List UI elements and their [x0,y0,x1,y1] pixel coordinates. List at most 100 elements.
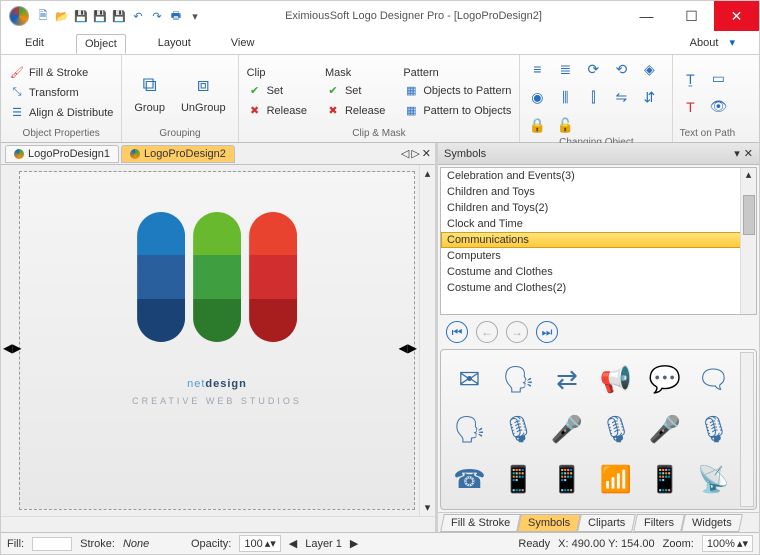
panel-close-icon[interactable]: ✕ [744,147,753,160]
list-item[interactable]: Children and Toys [441,184,756,200]
tab-next-icon[interactable]: ▷ [411,147,419,160]
pattern-to-objects-button[interactable]: ▦Pattern to Objects [401,102,513,120]
distribute-v-icon[interactable]: ⫿ [582,86,604,108]
catlist-scrollbar[interactable]: ▴ [740,168,756,314]
tab-filters[interactable]: Filters [633,514,685,532]
undo-icon[interactable]: ↶ [130,8,146,24]
canvas-vscroll[interactable]: ▴▾ [419,165,435,516]
lock-icon[interactable]: 🔒 [526,114,548,136]
list-item[interactable]: Children and Toys(2) [441,200,756,216]
maximize-button[interactable]: ☐ [669,1,714,31]
align-center-icon[interactable]: ≣ [554,58,576,80]
symbol-cell3-icon[interactable]: 📶 [600,464,632,495]
unlock-icon[interactable]: 🔓 [554,114,576,136]
tab-cliparts[interactable]: Cliparts [578,514,637,532]
menu-object[interactable]: Object [76,34,126,54]
tab-fillstroke[interactable]: Fill & Stroke [440,514,521,532]
doc-tab-1[interactable]: LogoProDesign1 [5,145,119,163]
group-button[interactable]: ⧉Group [128,70,171,116]
symbol-cell2-icon[interactable]: 📱 [551,464,583,495]
fill-swatch[interactable] [32,537,72,551]
transform-button[interactable]: ⤡Transform [7,84,115,102]
resize-handle-left[interactable]: ◀▶ [3,341,21,355]
print-icon[interactable]: 🖶 [168,8,184,24]
symgrid-scrollbar[interactable] [740,352,754,507]
nav-next-icon[interactable]: → [506,321,528,343]
doc-tab-2[interactable]: LogoProDesign2 [121,145,235,163]
objects-to-pattern-button[interactable]: ▦Objects to Pattern [401,82,513,100]
symbol-megaphone-icon[interactable]: 📢 [600,364,632,395]
canvas[interactable]: netdesign CREATIVE WEB STUDIOS ◀▶ ◀▶ [1,165,419,516]
symbol-envelope-icon[interactable]: ✉ [459,364,481,395]
layer-name[interactable]: Layer 1 [305,538,342,550]
redo-icon[interactable]: ↷ [149,8,165,24]
symbol-phone-icon[interactable]: ☎ [453,464,485,495]
menu-about[interactable]: About ▾ [674,33,743,52]
ungroup-button[interactable]: ⧈UnGroup [175,70,232,116]
nav-last-icon[interactable]: ⏭ [536,321,558,343]
spinner-icon[interactable]: ▴▾ [737,537,748,550]
tab-prev-icon[interactable]: ◁ [401,147,409,160]
symbol-cell1-icon[interactable]: 📱 [502,464,534,495]
align-distribute-button[interactable]: ☰Align & Distribute [7,104,115,122]
symbol-mic5-icon[interactable]: 🎙 [697,414,730,445]
clip-release-button[interactable]: ✖Release [245,102,309,120]
list-item-selected[interactable]: Communications [441,232,756,248]
mask-set-button[interactable]: ✔Set [323,82,387,100]
stroke-value[interactable]: None [123,538,183,550]
symbol-cell5-icon[interactable]: 📡 [697,464,729,495]
text-eye-icon[interactable]: 👁 [707,96,729,118]
list-item[interactable]: Costume and Clothes [441,264,756,280]
clip-set-button[interactable]: ✔Set [245,82,309,100]
align-left-icon[interactable]: ≡ [526,58,548,80]
list-item[interactable]: Computers [441,248,756,264]
text-path-icon[interactable]: Ṯ [679,68,701,90]
category-list[interactable]: Celebration and Events(3) Children and T… [440,167,757,315]
text-path2-icon[interactable]: ▭ [707,68,729,90]
list-item[interactable]: Clock and Time [441,216,756,232]
nav-first-icon[interactable]: ⏮ [446,321,468,343]
minimize-button[interactable]: — [624,1,669,31]
menu-layout[interactable]: Layout [150,34,199,52]
distribute-h-icon[interactable]: ⫼ [554,86,576,108]
symbol-mic2-icon[interactable]: 🎤 [551,414,583,445]
node-icon[interactable]: ◈ [638,58,660,80]
nav-prev-icon[interactable]: ← [476,321,498,343]
symbol-cell4-icon[interactable]: 📱 [649,464,681,495]
close-button[interactable]: ✕ [714,1,759,31]
symbol-mic4-icon[interactable]: 🎤 [649,414,681,445]
list-item[interactable]: Celebration and Events(3) [441,168,756,184]
zoom-field[interactable]: 100%▴▾ [702,535,753,552]
next-layer-icon[interactable]: ▶ [350,537,358,550]
open-icon[interactable]: 📂 [54,8,70,24]
symbol-talk-icon[interactable]: 🗣 [453,414,486,445]
symbol-mic3-icon[interactable]: 🎙 [599,414,632,445]
menu-view[interactable]: View [223,34,263,52]
saveall-icon[interactable]: 💾 [92,8,108,24]
saveas-icon[interactable]: 💾 [111,8,127,24]
qat-dropdown-icon[interactable]: ▾ [187,8,203,24]
eye-icon[interactable]: ◉ [526,86,548,108]
new-icon[interactable]: 🗎 [35,8,51,24]
prev-layer-icon[interactable]: ◀ [289,537,297,550]
menu-edit[interactable]: Edit [17,34,52,52]
text-t-icon[interactable]: T [679,96,701,118]
symbol-bubbles-icon[interactable]: 🗨 [697,364,730,395]
opacity-field[interactable]: 100▴▾ [239,535,280,552]
resize-handle-right[interactable]: ◀▶ [399,341,417,355]
tab-widgets[interactable]: Widgets [681,514,743,532]
flip-v-icon[interactable]: ⇵ [638,86,660,108]
panel-menu-icon[interactable]: ▾ [734,147,740,160]
symbol-mic1-icon[interactable]: 🎙 [502,414,535,445]
rotate-ccw-icon[interactable]: ⟲ [610,58,632,80]
mask-release-button[interactable]: ✖Release [323,102,387,120]
fill-stroke-button[interactable]: 🖌Fill & Stroke [7,64,115,82]
spinner-icon[interactable]: ▴▾ [265,537,276,550]
flip-h-icon[interactable]: ⇋ [610,86,632,108]
tab-symbols[interactable]: Symbols [517,514,581,532]
symbol-arrows-icon[interactable]: ⇄ [556,364,578,395]
rotate-cw-icon[interactable]: ⟳ [582,58,604,80]
canvas-hscroll[interactable] [1,516,435,532]
list-item[interactable]: Costume and Clothes(2) [441,280,756,296]
symbol-person-icon[interactable]: 🗣 [502,364,535,395]
